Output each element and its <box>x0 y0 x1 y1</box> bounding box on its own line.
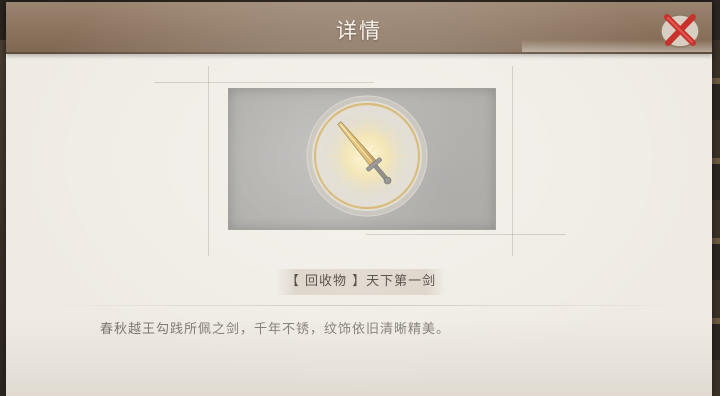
item-category-label: 【 回收物 】 <box>285 274 367 289</box>
close-button[interactable] <box>658 10 702 50</box>
frame-line-top <box>154 82 374 83</box>
panel-header: 详情 <box>6 2 712 54</box>
golden-sword-icon <box>306 95 428 217</box>
item-description: 春秋越王勾践所佩之剑，千年不锈，纹饰依旧清晰精美。 <box>100 322 451 337</box>
item-name: 天下第一剑 <box>366 274 437 289</box>
frame-line-left <box>208 66 209 256</box>
item-title-ribbon: 【 回收物 】天下第一剑 <box>276 269 446 295</box>
frame-line-right <box>512 66 513 256</box>
game-screen: 详情 【 回收物 】天下第一剑 春秋越王勾践所佩之剑，千年不锈，纹饰依旧清晰精美… <box>0 0 720 396</box>
detail-panel: 详情 【 回收物 】天下第一剑 春秋越王勾践所佩之剑，千年不锈，纹饰依旧清晰精美… <box>6 2 712 396</box>
close-x-icon <box>660 14 700 48</box>
item-artwork <box>228 88 496 230</box>
frame-line-bottom <box>366 234 566 235</box>
divider-line <box>46 305 686 306</box>
